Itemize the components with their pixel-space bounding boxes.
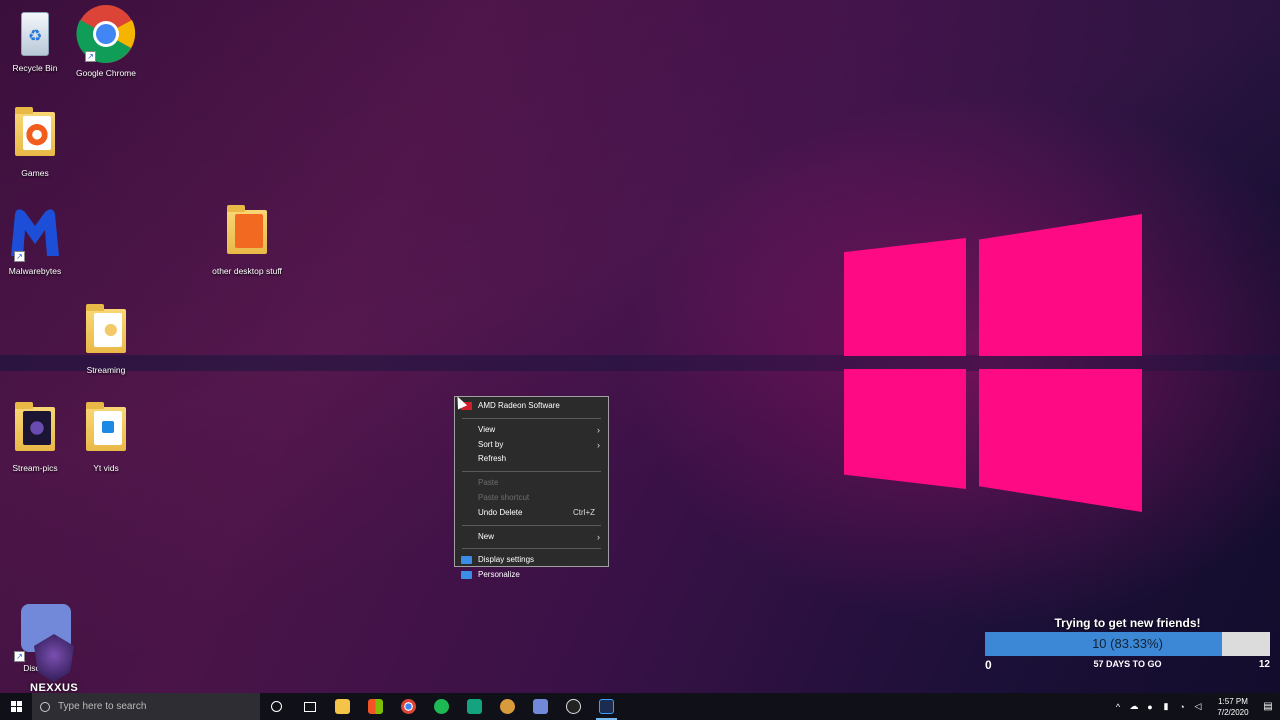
chrome-icon: ↗ <box>76 5 136 63</box>
desktop-icon-streaming[interactable]: Streaming <box>71 303 141 376</box>
desktop-icon-recycle-bin[interactable]: ♻ Recycle Bin <box>0 8 70 74</box>
windows-logo-pane <box>844 238 966 356</box>
clock-time: 1:57 PM <box>1218 696 1248 706</box>
file-explorer-icon[interactable] <box>326 693 359 720</box>
search-box[interactable]: Type here to search <box>32 693 260 720</box>
windows-start-icon <box>10 701 22 712</box>
menu-item-paste: Paste <box>478 478 499 488</box>
chevron-right-icon: › <box>597 531 600 542</box>
desktop-icon-stream-pics[interactable]: Stream-pics <box>0 401 70 474</box>
store-icon[interactable] <box>359 693 392 720</box>
desktop-icon-other-desktop-stuff[interactable]: other desktop stuff <box>212 204 282 277</box>
search-icon <box>40 701 50 712</box>
volume-icon[interactable]: ◁ <box>1190 701 1206 712</box>
menu-separator <box>462 417 601 419</box>
menu-separator <box>462 548 601 550</box>
malwarebytes-icon: ↗ <box>11 204 59 262</box>
menu-separator <box>462 471 601 473</box>
goal-value: 10 (83.33%) <box>1092 636 1163 651</box>
desktop-icon-google-chrome[interactable]: ↗ Google Chrome <box>71 5 141 79</box>
clock[interactable]: 1:57 PM 7/2/2020 <box>1210 696 1256 718</box>
menu-item-personalize[interactable]: Personalize <box>455 568 608 583</box>
steam-icon[interactable]: ● <box>1142 702 1158 712</box>
folder-icon <box>11 401 59 453</box>
shortcut-arrow-icon: ↗ <box>85 51 96 62</box>
folder-icon <box>223 204 271 256</box>
windows-logo-pane <box>979 369 1142 512</box>
folder-icon <box>11 106 59 158</box>
menu-item-new[interactable]: New › <box>455 530 608 545</box>
onedrive-icon[interactable]: ☁ <box>1126 701 1142 712</box>
streaming-app-icon[interactable] <box>590 693 623 720</box>
chevron-right-icon: › <box>597 439 600 450</box>
recycle-bin-icon: ♻ <box>11 8 59 60</box>
folder-icon <box>82 303 130 355</box>
anchor-app-icon[interactable] <box>491 693 524 720</box>
menu-item-sort-by[interactable]: Sort by › <box>455 438 608 453</box>
network-icon[interactable]: ◔ <box>1174 702 1190 712</box>
clock-date: 7/2/2020 <box>1217 707 1249 717</box>
shortcut-arrow-icon: ↗ <box>14 651 25 662</box>
widget-title: Trying to get new friends! <box>1054 616 1201 630</box>
windows-logo-pane <box>979 214 1142 356</box>
chevron-up-icon[interactable]: ^ <box>1110 702 1126 712</box>
menu-item-view[interactable]: View › <box>455 423 608 438</box>
menu-item-display-settings[interactable]: Display settings <box>455 553 608 568</box>
spotify-icon[interactable] <box>425 693 458 720</box>
personalize-icon <box>461 571 472 580</box>
goal-max: 12 <box>1258 659 1270 670</box>
notification-center-icon[interactable]: ▤ <box>1256 693 1280 720</box>
obs-icon[interactable] <box>557 693 590 720</box>
desktop-icon-games[interactable]: Games <box>0 106 70 179</box>
display-icon <box>461 556 472 565</box>
menu-separator <box>462 524 601 526</box>
shortcut-hint: Ctrl+Z <box>573 507 595 517</box>
wallpaper-beam <box>0 355 1280 371</box>
menu-item-undo-delete[interactable]: Undo Delete Ctrl+Z <box>455 506 608 521</box>
stream-overlay-logo: NEXXUS <box>30 634 78 694</box>
desktop-context-menu: AMD Radeon Software View › Sort by › Ref… <box>454 396 609 580</box>
task-view-icon[interactable] <box>293 693 326 720</box>
menu-item-paste-shortcut: Paste shortcut <box>478 492 530 502</box>
shortcut-arrow-icon: ↗ <box>14 251 25 262</box>
nexxus-logo-icon <box>34 634 74 682</box>
gamepad-app-icon[interactable] <box>458 693 491 720</box>
desktop-icon-yt-vids[interactable]: Yt vids <box>71 401 141 474</box>
folder-icon <box>82 401 130 453</box>
wallpaper-glow <box>0 0 1280 720</box>
desktop-icon-malwarebytes[interactable]: ↗ Malwarebytes <box>0 204 70 277</box>
cortana-icon[interactable] <box>260 693 293 720</box>
start-button[interactable] <box>0 693 32 720</box>
system-tray: ^ ☁ ● ▮ ◔ ◁ 1:57 PM 7/2/2020 ▤ <box>1110 693 1280 720</box>
goal-days-left: 57 DAYS TO GO <box>1093 659 1162 669</box>
menu-item-refresh[interactable]: Refresh <box>455 452 608 467</box>
microphone-icon[interactable]: ▮ <box>1158 701 1174 712</box>
chevron-right-icon: › <box>597 424 600 435</box>
goal-progress-bar: 10 (83.33%) <box>985 632 1270 656</box>
discord-icon[interactable] <box>524 693 557 720</box>
taskbar: Type here to search ^ ☁ ● ▮ ◔ ◁ 1:57 PM … <box>0 693 1280 720</box>
chrome-icon[interactable] <box>392 693 425 720</box>
follower-goal-widget: Trying to get new friends! 10 (83.33%) 0… <box>985 616 1270 674</box>
menu-item-amd-radeon[interactable]: AMD Radeon Software <box>455 399 608 414</box>
windows-logo-pane <box>844 369 966 489</box>
